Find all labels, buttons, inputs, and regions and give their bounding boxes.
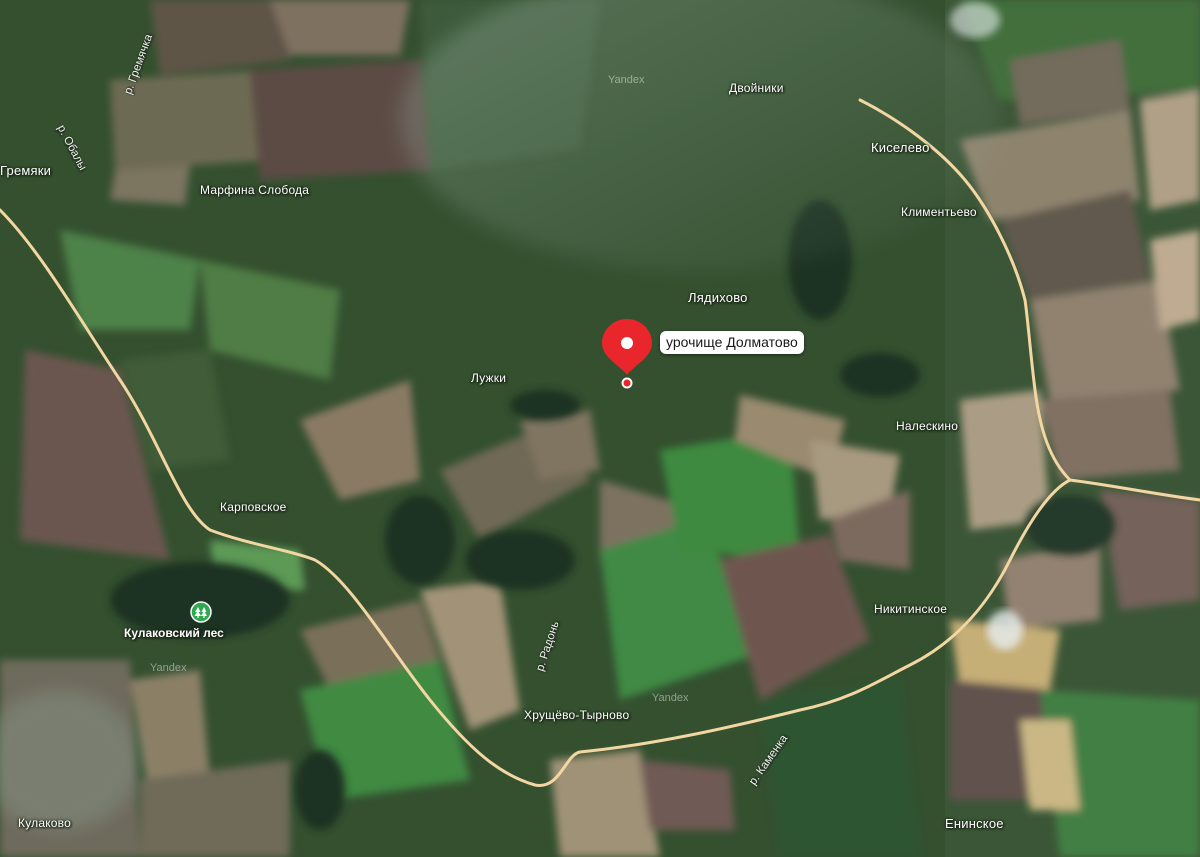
settlement-label-khrushchevo[interactable]: Хрущёво-Тырново [524, 708, 629, 722]
settlement-label-karpovskoe[interactable]: Карповское [220, 500, 286, 514]
settlement-label-eninskoe[interactable]: Енинское [945, 816, 1004, 831]
park-tree-icon[interactable] [190, 601, 212, 623]
satellite-map[interactable]: Yandex Yandex Yandex Гремяки Марфина Сло… [0, 0, 1200, 857]
settlement-label-gremyaki[interactable]: Гремяки [0, 163, 51, 178]
settlement-label-klimentevo[interactable]: Климентьево [901, 205, 977, 219]
settlement-label-lyadikhovo[interactable]: Лядихово [688, 290, 748, 305]
map-watermark: Yandex [608, 74, 645, 86]
settlement-label-naleskino[interactable]: Налескино [896, 419, 958, 433]
settlement-label-marfina[interactable]: Марфина Слобода [200, 183, 309, 197]
selected-place-label[interactable]: урочище Долматово [660, 331, 804, 354]
satellite-imagery [0, 0, 1200, 857]
settlement-label-kiselevo[interactable]: Киселево [871, 140, 930, 155]
settlement-label-dvoyniki[interactable]: Двойники [729, 81, 784, 95]
map-watermark: Yandex [150, 662, 187, 674]
location-pin-icon[interactable] [601, 318, 653, 390]
settlement-label-luzhki[interactable]: Лужки [471, 371, 506, 385]
settlement-label-nikitinskoe[interactable]: Никитинское [874, 602, 947, 616]
map-watermark: Yandex [652, 692, 689, 704]
settlement-label-kulakovo[interactable]: Кулаково [18, 816, 71, 830]
poi-label-forest[interactable]: Кулаковский лес [124, 626, 224, 640]
